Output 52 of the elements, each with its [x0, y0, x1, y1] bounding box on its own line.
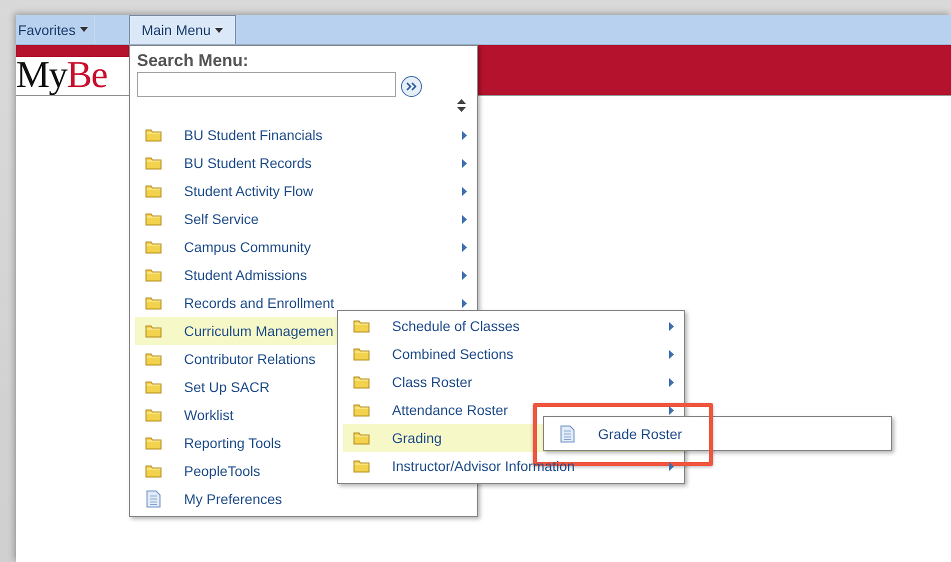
arrow-icon — [462, 242, 467, 252]
arrow-icon — [669, 322, 674, 330]
arrow-icon — [462, 186, 467, 196]
folder-icon — [353, 346, 370, 362]
arrow-icon — [669, 350, 674, 358]
arrow-icon — [462, 270, 467, 280]
caret-icon — [214, 28, 223, 32]
logo: MyBe — [16, 57, 108, 93]
menu-item[interactable]: Campus Community — [130, 233, 477, 261]
arrow-icon — [669, 378, 674, 386]
menu-item[interactable]: Student Admissions — [130, 261, 477, 289]
sort-icon[interactable] — [457, 99, 466, 112]
folder-icon — [353, 458, 370, 474]
search-button[interactable] — [401, 76, 422, 97]
menu-item[interactable]: Self Service — [130, 205, 477, 233]
arrow-icon — [462, 130, 467, 140]
arrow-icon — [669, 462, 674, 470]
folder-icon — [353, 318, 370, 334]
folder-icon — [145, 435, 162, 451]
folder-icon — [145, 239, 162, 255]
nav-tab[interactable]: Main Menu — [128, 15, 236, 44]
menu-item[interactable]: My Preferences — [130, 485, 477, 513]
folder-icon — [145, 155, 162, 171]
arrow-icon — [462, 214, 467, 224]
folder-icon — [145, 379, 162, 395]
arrow-icon — [669, 406, 674, 414]
document-icon — [559, 424, 576, 442]
caret-icon — [80, 27, 88, 32]
folder-icon — [353, 402, 370, 418]
nav-tab[interactable]: Favorites — [16, 15, 95, 44]
folder-icon — [353, 430, 370, 446]
menu-item[interactable]: Class Roster — [338, 368, 684, 396]
folder-icon — [145, 463, 162, 479]
double-chevron-icon — [406, 82, 417, 91]
arrow-icon — [462, 298, 467, 308]
folder-icon — [145, 295, 162, 311]
search-field[interactable] — [137, 72, 396, 97]
menu-item[interactable]: Combined Sections — [338, 340, 684, 368]
arrow-icon — [462, 158, 467, 168]
folder-icon — [353, 374, 370, 390]
menu-item[interactable]: BU Student Records — [130, 149, 477, 177]
folder-icon — [145, 351, 162, 367]
folder-icon — [145, 267, 162, 283]
menu-item[interactable]: Student Activity Flow — [130, 177, 477, 205]
folder-icon — [145, 127, 162, 143]
search-label: Search Menu: — [137, 51, 250, 71]
folder-icon — [145, 183, 162, 199]
folder-icon — [145, 407, 162, 423]
folder-icon — [145, 211, 162, 227]
menu-item[interactable]: BU Student Financials — [130, 121, 477, 149]
folder-icon — [145, 323, 162, 339]
document-icon — [145, 490, 162, 508]
